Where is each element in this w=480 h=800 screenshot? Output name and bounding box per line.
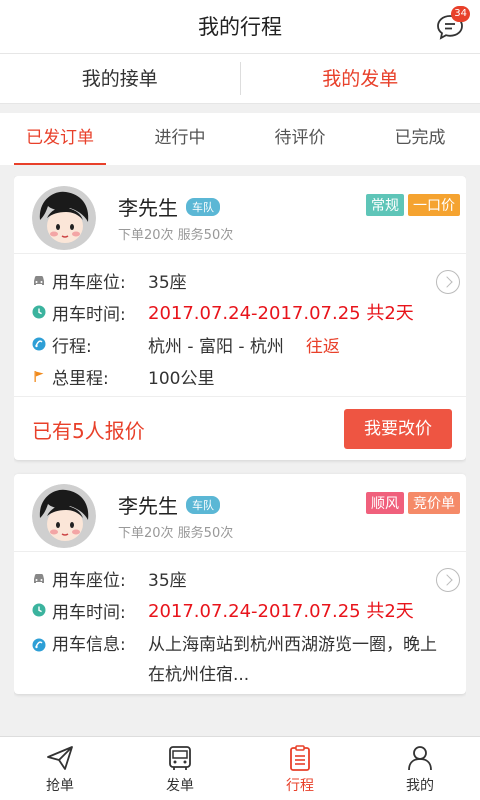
order-details: 用车座位: 35座 用车时间: 2017.07.24-2017.07.25 共2… [14,552,466,694]
tab-published[interactable]: 已发订单 [0,113,120,165]
seat-row: 用车座位: 35座 [32,562,466,594]
tag-regular: 常规 [366,194,404,216]
nav-grab-order[interactable]: 抢单 [0,737,120,800]
message-button[interactable]: 34 [436,6,470,40]
avatar [32,186,96,250]
nav-label: 行程 [286,778,314,794]
fleet-badge: 车队 [186,198,220,216]
chevron-right-icon[interactable] [436,270,460,294]
order-list[interactable]: 李先生 车队 下单20次 服务50次 常规 一口价 用车座位: 35座 用车时间… [14,176,466,736]
tab-completed[interactable]: 已完成 [360,113,480,165]
info-row: 用车信息: 从上海南站到杭州西湖游览一圈，晚上在杭州住宿... [32,626,466,690]
fleet-badge: 车队 [186,496,220,514]
bus-icon [169,746,191,770]
info-value: 从上海南站到杭州西湖游览一圈，晚上在杭州住宿... [148,635,437,685]
nav-trips[interactable]: 行程 [240,737,360,800]
order-card[interactable]: 李先生 车队 下单20次 服务50次 顺风 竞价单 用车座位: 35座 用车时间… [14,474,466,694]
time-value: 2017.07.24-2017.07.25 共2天 [148,601,414,622]
time-label: 用车时间: [52,602,126,623]
seat-value: 35座 [148,272,187,293]
page-title: 我的行程 [198,15,282,39]
avatar [32,484,96,548]
distance-value: 100公里 [148,368,215,389]
distance-label: 总里程: [52,368,109,389]
time-row: 用车时间: 2017.07.24-2017.07.25 共2天 [32,296,466,328]
flag-icon [34,371,44,382]
route-icon [32,337,46,351]
info-label: 用车信息: [52,635,126,655]
clipboard-icon [290,745,310,771]
user-name: 李先生 [118,196,178,220]
card-header: 李先生 车队 下单20次 服务50次 常规 一口价 [14,176,466,254]
tag-fixed-price: 一口价 [408,194,460,216]
seat-label: 用车座位: [52,272,126,293]
tag-carpool: 顺风 [366,492,404,514]
seat-row: 用车座位: 35座 [32,264,466,296]
route-row: 行程: 杭州 - 富阳 - 杭州 往返 [32,328,466,360]
tag-bidding: 竞价单 [408,492,460,514]
user-stats: 下单20次 服务50次 [118,526,234,541]
nav-publish-order[interactable]: 发单 [120,737,240,800]
order-role-switch: 我的接单 我的发单 [0,54,480,104]
change-price-button[interactable]: 我要改价 [344,409,452,449]
quote-count: 已有5人报价 [32,419,145,443]
distance-row: 总里程: 100公里 [32,360,466,392]
clock-icon [32,603,46,617]
car-icon [34,276,44,285]
route-label: 行程: [52,336,92,357]
order-tags: 顺风 竞价单 [366,492,460,514]
time-label: 用车时间: [52,304,126,325]
nav-label: 发单 [166,778,194,794]
bottom-nav: 抢单 发单 行程 我的 [0,736,480,800]
nav-label: 我的 [406,778,434,794]
route-value: 杭州 - 富阳 - 杭州 [148,336,284,357]
clock-icon [32,305,46,319]
tab-in-progress[interactable]: 进行中 [120,113,240,165]
order-card[interactable]: 李先生 车队 下单20次 服务50次 常规 一口价 用车座位: 35座 用车时间… [14,176,466,460]
seat-label: 用车座位: [52,570,126,591]
car-icon [34,574,44,583]
user-icon [408,746,432,771]
user-stats: 下单20次 服务50次 [118,228,234,243]
route-icon [32,638,46,652]
seat-value: 35座 [148,570,187,591]
card-header: 李先生 车队 下单20次 服务50次 顺风 竞价单 [14,474,466,552]
message-count-badge: 34 [451,6,470,22]
card-footer: 已有5人报价 我要改价 [14,396,466,460]
time-value: 2017.07.24-2017.07.25 共2天 [148,303,414,324]
app-header: 我的行程 34 [0,0,480,54]
tab-to-review[interactable]: 待评价 [240,113,360,165]
order-tags: 常规 一口价 [366,194,460,216]
route-type: 往返 [305,336,340,357]
segment-my-accepted[interactable]: 我的接单 [0,54,240,103]
segment-my-published[interactable]: 我的发单 [241,54,480,103]
status-tabs: 已发订单 进行中 待评价 已完成 [0,113,480,165]
chevron-right-icon[interactable] [436,568,460,592]
paper-plane-icon [47,746,73,770]
nav-label: 抢单 [46,778,74,794]
time-row: 用车时间: 2017.07.24-2017.07.25 共2天 [32,594,466,626]
order-details: 用车座位: 35座 用车时间: 2017.07.24-2017.07.25 共2… [14,254,466,396]
user-name: 李先生 [118,494,178,518]
nav-profile[interactable]: 我的 [360,737,480,800]
